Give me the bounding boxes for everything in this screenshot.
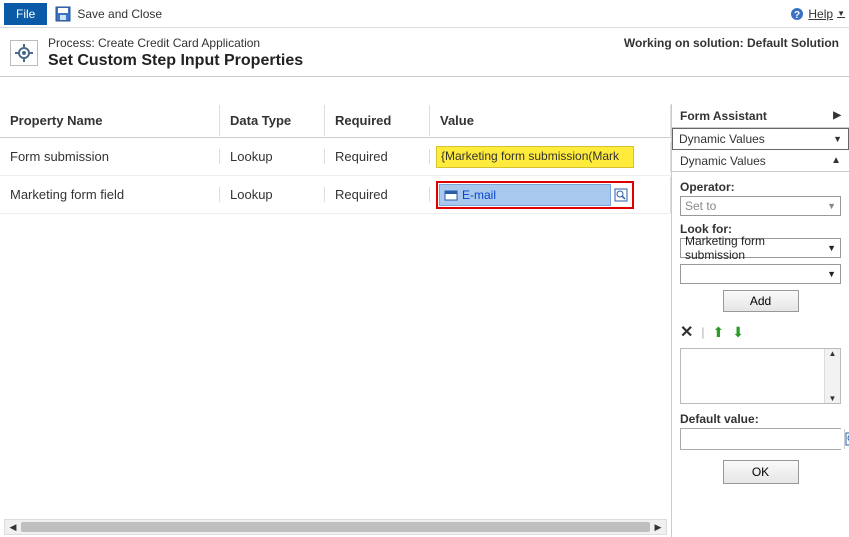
cell-value[interactable]: {Marketing form submission(Mark [430,142,671,172]
default-value-lookup[interactable] [680,428,841,450]
default-lookup-button[interactable] [844,429,849,449]
scroll-left-icon[interactable]: ◀ [5,520,21,534]
lookfor-attribute-dropdown[interactable]: ▼ [680,264,841,284]
default-value-label: Default value: [680,412,841,426]
page-title: Set Custom Step Input Properties [48,52,303,70]
assistant-dropdown[interactable]: Dynamic Values ▼ [672,128,849,150]
operator-value: Set to [685,199,716,213]
save-icon [55,6,71,22]
top-toolbar: File Save and Close ? Help ▼ [0,0,849,28]
cell-required: Required [325,149,430,164]
form-assistant-title: Form Assistant [680,109,767,123]
header-area: Process: Create Credit Card Application … [0,28,849,77]
dynamic-value-box[interactable]: {Marketing form submission(Mark [436,146,634,168]
properties-grid: Property Name Data Type Required Value F… [0,104,671,537]
chevron-right-icon: ▶ [833,110,841,121]
cell-name: Marketing form field [0,187,220,202]
help-link[interactable]: ? Help ▼ [790,7,845,21]
save-close-button[interactable]: Save and Close [55,6,162,22]
cell-datatype: Lookup [220,149,325,164]
scroll-right-icon[interactable]: ▶ [650,520,666,534]
section-label: Dynamic Values [680,154,766,168]
process-label: Process: Create Credit Card Application [48,36,303,50]
table-row[interactable]: Marketing form field Lookup Required E-m… [0,176,671,214]
cell-required: Required [325,187,430,202]
grid-header: Property Name Data Type Required Value [0,104,671,138]
form-assistant-panel: Form Assistant ▶ Dynamic Values ▼ Dynami… [671,104,849,537]
col-value[interactable]: Value [430,105,671,136]
operator-label: Operator: [680,180,841,194]
horizontal-scrollbar[interactable]: ◀ ▶ [4,519,667,535]
col-required[interactable]: Required [325,105,430,136]
lookfor-value: Marketing form submission [685,234,827,262]
separator: | [701,325,704,339]
scroll-track[interactable] [21,522,650,532]
cell-datatype: Lookup [220,187,325,202]
chevron-down-icon: ▼ [837,9,845,18]
process-icon [10,40,38,66]
add-button[interactable]: Add [723,290,799,312]
dynamic-values-section[interactable]: Dynamic Values ▲ [672,150,849,172]
col-property-name[interactable]: Property Name [0,105,220,136]
help-label: Help [808,7,833,21]
cell-name: Form submission [0,149,220,164]
delete-icon[interactable]: ✕ [680,322,693,342]
chevron-down-icon: ▼ [827,243,836,253]
col-data-type[interactable]: Data Type [220,105,325,136]
collapse-up-icon: ▲ [831,155,841,166]
help-icon: ? [790,7,804,21]
file-button[interactable]: File [4,3,47,25]
search-icon [845,432,849,446]
cell-value[interactable]: E-mail [430,177,671,213]
chevron-down-icon: ▼ [827,201,836,211]
list-toolbar: ✕ | ⬆ ⬇ [680,320,841,348]
form-assistant-header[interactable]: Form Assistant ▶ [672,104,849,128]
lookfor-entity-dropdown[interactable]: Marketing form submission ▼ [680,238,841,258]
move-up-icon[interactable]: ⬆ [713,324,725,341]
lookup-link[interactable]: E-mail [462,188,496,202]
save-close-label: Save and Close [77,7,162,21]
lookup-search-button[interactable] [611,185,631,205]
solution-label: Working on solution: Default Solution [624,36,839,50]
move-down-icon[interactable]: ⬇ [732,324,744,341]
chevron-down-icon: ▼ [833,134,842,144]
ok-button[interactable]: OK [723,460,799,484]
lookup-field[interactable]: E-mail [436,181,634,209]
default-value-input[interactable] [681,429,844,449]
chevron-down-icon: ▼ [827,269,836,279]
vertical-scrollbar[interactable]: ▲▼ [824,349,840,403]
values-listbox[interactable]: ▲▼ [680,348,841,404]
table-row[interactable]: Form submission Lookup Required {Marketi… [0,138,671,176]
assistant-dropdown-value: Dynamic Values [679,132,765,146]
svg-text:?: ? [794,10,800,21]
entity-icon [444,188,458,202]
search-icon [614,188,628,202]
operator-dropdown[interactable]: Set to ▼ [680,196,841,216]
